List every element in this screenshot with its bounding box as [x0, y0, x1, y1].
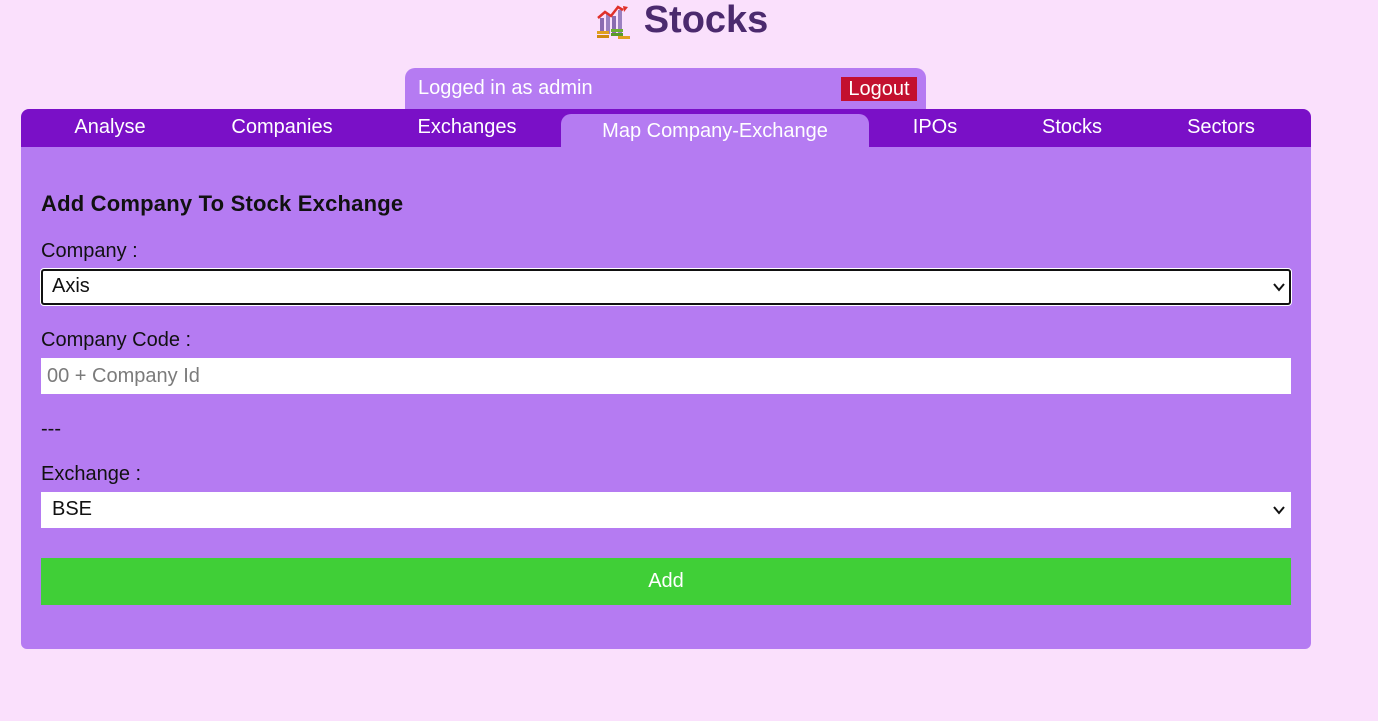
tab-ipos[interactable]: IPOs — [901, 109, 969, 147]
separator-text: --- — [41, 418, 61, 440]
chevron-down-icon — [1273, 506, 1285, 515]
logout-button[interactable]: Logout — [841, 77, 917, 101]
company-select-value: Axis — [52, 275, 90, 297]
exchange-select[interactable]: BSE — [41, 492, 1291, 528]
form-title: Add Company To Stock Exchange — [41, 191, 404, 216]
company-code-label: Company Code : — [41, 329, 192, 351]
chevron-down-icon — [1273, 283, 1285, 292]
app-title: Stocks — [643, 0, 769, 41]
exchange-select-value: BSE — [52, 498, 93, 520]
tab-companies[interactable]: Companies — [217, 109, 347, 147]
tab-map-company-exchange[interactable]: Map Company-Exchange — [561, 114, 869, 147]
form-panel: Add Company To Stock Exchange Company : … — [21, 147, 1311, 649]
company-label: Company : — [41, 240, 138, 262]
add-button[interactable]: Add — [41, 558, 1291, 605]
tab-exchanges[interactable]: Exchanges — [402, 109, 532, 147]
tab-sectors[interactable]: Sectors — [1176, 109, 1266, 147]
app-header: Stocks — [0, 0, 1378, 44]
tab-stocks[interactable]: Stocks — [1031, 109, 1113, 147]
company-code-input[interactable] — [41, 358, 1291, 394]
tab-analyse[interactable]: Analyse — [55, 109, 165, 147]
user-bar: Logged in as admin Logout — [405, 68, 926, 110]
company-select[interactable]: Axis — [41, 269, 1291, 305]
exchange-label: Exchange : — [41, 463, 142, 485]
logged-in-status: Logged in as admin — [418, 77, 593, 99]
tab-bar: Analyse Companies Exchanges Map Company-… — [21, 109, 1311, 147]
stock-chart-coins-icon — [596, 5, 630, 39]
